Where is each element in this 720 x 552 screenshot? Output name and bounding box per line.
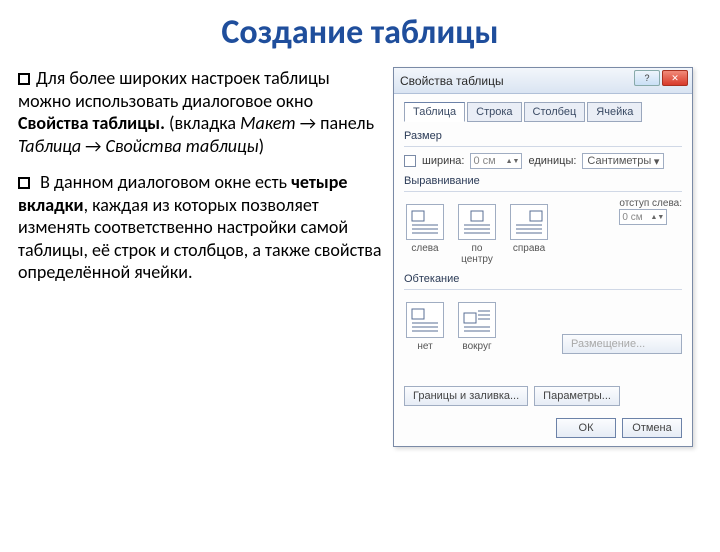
wrap-label: Обтекание xyxy=(404,273,682,285)
bullet-icon xyxy=(18,73,30,85)
p1-i1: Макет xyxy=(240,112,296,134)
indent-value: 0 см xyxy=(622,212,642,223)
p1-t2: (вкладка xyxy=(165,112,240,134)
p1-bold: Свойства таблицы. xyxy=(18,112,165,134)
align-right-caption: справа xyxy=(513,243,545,254)
wrap-around-icon xyxy=(458,302,496,338)
divider xyxy=(404,146,682,147)
tab-table[interactable]: Таблица xyxy=(404,102,465,122)
paragraph-2: В данном диалоговом окне есть четыре вкл… xyxy=(18,171,383,284)
p1-t1: Для более широких настроек таблицы можно… xyxy=(18,67,330,112)
chevron-down-icon: ▾ xyxy=(654,155,660,168)
dialog-body: Таблица Строка Столбец Ячейка Размер шир… xyxy=(394,94,692,362)
units-label: единицы: xyxy=(528,155,576,167)
content-row: Для более широких настроек таблицы можно… xyxy=(0,67,720,447)
width-spinner[interactable]: 0 см ▲▼ xyxy=(470,153,522,169)
wrap-none-caption: нет xyxy=(417,341,432,352)
size-label: Размер xyxy=(404,130,682,142)
align-center-caption: по центру xyxy=(456,243,498,265)
wrap-none[interactable]: нет xyxy=(404,302,446,352)
close-button[interactable]: ✕ xyxy=(662,70,688,86)
units-select[interactable]: Сантиметры ▾ xyxy=(582,153,664,169)
page-title: Создание таблицы xyxy=(0,12,720,53)
params-button[interactable]: Параметры... xyxy=(534,386,620,406)
tab-row[interactable]: Строка xyxy=(467,102,521,122)
dialog-title: Свойства таблицы xyxy=(400,74,504,88)
cancel-button[interactable]: Отмена xyxy=(622,418,682,438)
width-value: 0 см xyxy=(473,155,495,167)
tab-column[interactable]: Столбец xyxy=(524,102,586,122)
text-column: Для более широких настроек таблицы можно… xyxy=(18,67,383,447)
align-right[interactable]: справа xyxy=(508,204,550,265)
indent-label: отступ слева: xyxy=(619,198,682,209)
width-row: ширина: 0 см ▲▼ единицы: Сантиметры ▾ xyxy=(404,153,682,169)
spinner-arrows-icon: ▲▼ xyxy=(651,215,665,220)
ok-cancel-row: ОК Отмена xyxy=(556,418,682,438)
indent-spinner[interactable]: 0 см ▲▼ xyxy=(619,209,667,225)
divider xyxy=(404,289,682,290)
p1-i2: Таблица xyxy=(18,135,81,157)
ok-button[interactable]: ОК xyxy=(556,418,616,438)
dialog-table-properties: Свойства таблицы ? ✕ Таблица Строка Стол… xyxy=(393,67,693,447)
paragraph-1: Для более широких настроек таблицы можно… xyxy=(18,67,383,157)
bullet-icon xyxy=(18,177,30,189)
align-left-icon xyxy=(406,204,444,240)
align-right-icon xyxy=(510,204,548,240)
p2-t1: В данном диалоговом окне есть xyxy=(36,171,291,193)
align-left[interactable]: слева xyxy=(404,204,446,265)
position-button[interactable]: Размещение... xyxy=(562,334,682,354)
align-label: Выравнивание xyxy=(404,175,682,187)
indent-block: отступ слева: 0 см ▲▼ xyxy=(619,198,682,225)
width-label: ширина: xyxy=(422,155,464,167)
help-button[interactable]: ? xyxy=(634,70,660,86)
p1-arrow1: → панель xyxy=(296,112,374,134)
wrap-options: нет вокруг xyxy=(404,302,498,352)
dialog-footer: Границы и заливка... Параметры... xyxy=(404,386,682,406)
units-value: Сантиметры xyxy=(587,155,651,167)
align-center[interactable]: по центру xyxy=(456,204,498,265)
align-options: слева по центру справа xyxy=(404,204,550,265)
wrap-row: нет вокруг Размещение... xyxy=(404,296,682,354)
tabs: Таблица Строка Столбец Ячейка xyxy=(404,102,682,122)
wrap-around-caption: вокруг xyxy=(462,341,491,352)
borders-button[interactable]: Границы и заливка... xyxy=(404,386,528,406)
window-buttons: ? ✕ xyxy=(634,70,688,86)
alignment-row: слева по центру справа xyxy=(404,198,682,267)
tab-cell[interactable]: Ячейка xyxy=(587,102,642,122)
dialog-titlebar: Свойства таблицы ? ✕ xyxy=(394,68,692,94)
divider xyxy=(404,191,682,192)
width-checkbox[interactable] xyxy=(404,155,416,167)
wrap-around[interactable]: вокруг xyxy=(456,302,498,352)
p1-i3: Свойства таблицы xyxy=(106,135,259,157)
p1-t3: ) xyxy=(259,135,264,157)
wrap-none-icon xyxy=(406,302,444,338)
align-left-caption: слева xyxy=(411,243,438,254)
align-center-icon xyxy=(458,204,496,240)
p1-arrow2: → xyxy=(81,135,105,157)
spinner-arrows-icon: ▲▼ xyxy=(506,159,520,164)
